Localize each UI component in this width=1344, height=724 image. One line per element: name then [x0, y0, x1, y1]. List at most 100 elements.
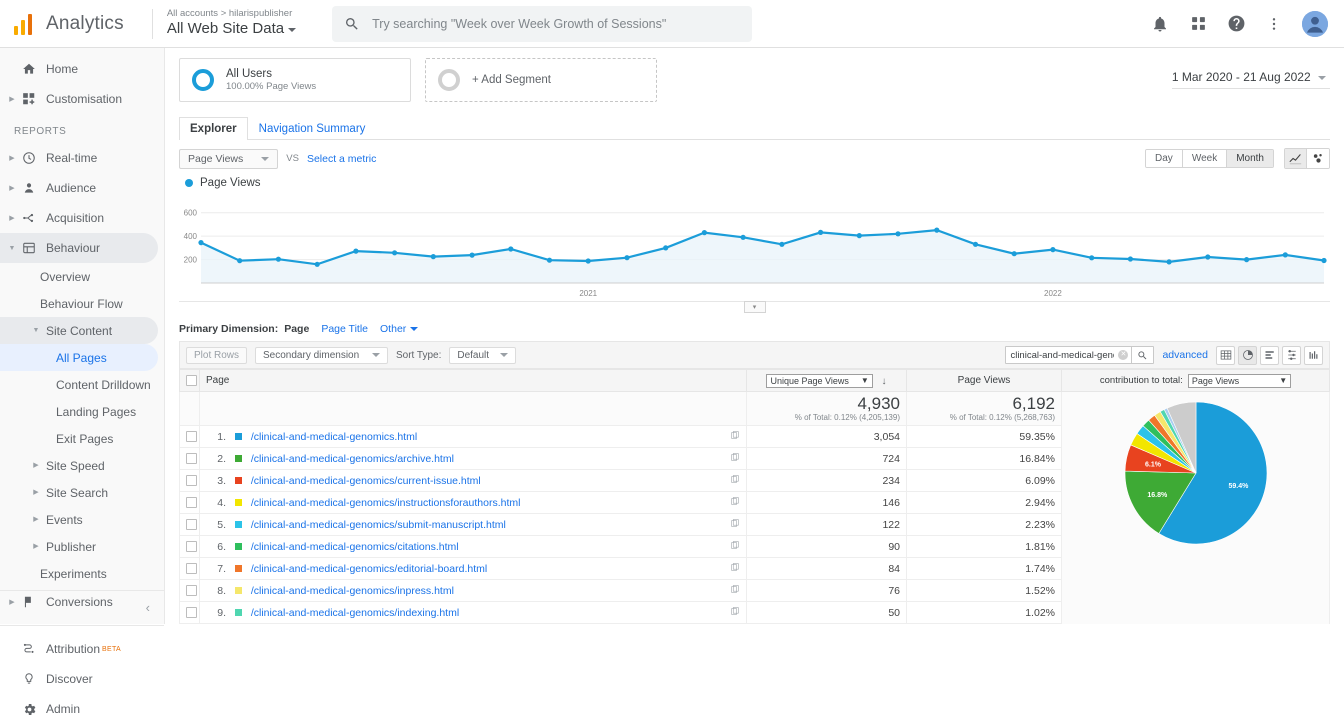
sort-descending-icon[interactable]: ↓ — [882, 376, 887, 387]
open-in-new-icon[interactable] — [731, 518, 740, 530]
row-checkbox[interactable] — [186, 607, 197, 619]
row-page-link[interactable]: /clinical-and-medical-genomics/instructi… — [251, 497, 521, 509]
primary-dimension-page[interactable]: Page — [284, 323, 309, 335]
sidebar-item-discover[interactable]: Discover — [0, 664, 164, 694]
sidebar-item-experiments[interactable]: Experiments — [0, 560, 164, 587]
row-checkbox-cell[interactable] — [179, 579, 200, 602]
row-checkbox-cell[interactable] — [179, 601, 200, 624]
unique-page-views-select[interactable]: Unique Page Views ▼ — [766, 373, 873, 388]
date-range-picker[interactable]: 1 Mar 2020 - 21 Aug 2022 — [1171, 58, 1330, 89]
primary-dimension-other[interactable]: Other — [380, 323, 419, 335]
row-page-link[interactable]: /clinical-and-medical-genomics/archive.h… — [251, 453, 454, 465]
row-checkbox[interactable] — [186, 497, 197, 509]
pie-view-icon[interactable] — [1238, 345, 1257, 365]
sidebar-item-content-drilldown[interactable]: Content Drilldown — [0, 371, 164, 398]
range-slider-handle[interactable]: ▾ — [743, 301, 766, 313]
sidebar-collapse-button[interactable]: ‹ — [0, 590, 164, 624]
plot-rows-button[interactable]: Plot Rows — [186, 346, 248, 364]
select-a-metric-link[interactable]: Select a metric — [307, 153, 376, 165]
motion-chart-icon[interactable] — [1307, 149, 1329, 168]
open-in-new-icon[interactable] — [731, 474, 740, 486]
open-in-new-icon[interactable] — [731, 496, 740, 508]
sidebar-item-site-search[interactable]: ▶ Site Search — [0, 479, 164, 506]
select-all-header[interactable] — [179, 369, 200, 392]
open-in-new-icon[interactable] — [731, 430, 740, 442]
granularity-week[interactable]: Week — [1182, 150, 1228, 167]
row-checkbox-cell[interactable] — [179, 557, 200, 580]
sort-type-select[interactable]: Default — [449, 346, 516, 364]
row-page-link[interactable]: /clinical-and-medical-genomics/editorial… — [251, 563, 487, 575]
sidebar-item-admin[interactable]: Admin — [0, 694, 164, 724]
sidebar-item-exit-pages[interactable]: Exit Pages — [0, 425, 164, 452]
row-checkbox[interactable] — [186, 453, 197, 465]
row-page-link[interactable]: /clinical-and-medical-genomics/inpress.h… — [251, 585, 454, 597]
primary-dimension-page-title[interactable]: Page Title — [321, 323, 368, 335]
row-page-link[interactable]: /clinical-and-medical-genomics/citations… — [251, 541, 459, 553]
row-checkbox-cell[interactable] — [179, 513, 200, 536]
sidebar-item-events[interactable]: ▶ Events — [0, 506, 164, 533]
bell-icon[interactable] — [1150, 14, 1170, 34]
table-search[interactable]: ✕ — [1005, 346, 1155, 364]
row-page-link[interactable]: /clinical-and-medical-genomics/current-i… — [251, 475, 481, 487]
bar-view-icon[interactable] — [1260, 345, 1279, 365]
open-in-new-icon[interactable] — [731, 540, 740, 552]
comparison-view-icon[interactable] — [1282, 345, 1301, 365]
table-view-icon[interactable] — [1216, 345, 1235, 365]
sidebar-item-overview[interactable]: Overview — [0, 263, 164, 290]
row-checkbox[interactable] — [186, 563, 197, 575]
select-all-checkbox[interactable] — [186, 374, 197, 386]
sidebar-item-audience[interactable]: ▶ Audience — [0, 173, 164, 203]
account-selector[interactable]: All accounts > hilarispublisher All Web … — [167, 8, 297, 38]
segment-all-users[interactable]: All Users 100.00% Page Views — [179, 58, 411, 102]
sidebar-item-site-content[interactable]: ▼ Site Content — [0, 317, 158, 344]
table-search-input[interactable] — [1006, 349, 1119, 361]
sidebar-item-real-time[interactable]: ▶ Real-time — [0, 143, 164, 173]
row-checkbox[interactable] — [186, 431, 197, 443]
row-page-link[interactable]: /clinical-and-medical-genomics.html — [251, 431, 417, 443]
help-icon[interactable] — [1226, 14, 1246, 34]
avatar[interactable] — [1302, 10, 1328, 37]
advanced-link[interactable]: advanced — [1162, 349, 1208, 361]
sidebar-item-acquisition[interactable]: ▶ Acquisition — [0, 203, 164, 233]
chart-range-slider[interactable]: ▾ — [179, 301, 1330, 315]
pivot-view-icon[interactable] — [1304, 345, 1323, 365]
open-in-new-icon[interactable] — [731, 452, 740, 464]
metric-selector[interactable]: Page Views — [179, 148, 279, 169]
row-checkbox-cell[interactable] — [179, 491, 200, 514]
row-checkbox[interactable] — [186, 475, 197, 487]
granularity-month[interactable]: Month — [1227, 150, 1273, 167]
brand[interactable]: Analytics — [0, 13, 138, 35]
open-in-new-icon[interactable] — [731, 584, 740, 596]
sidebar-item-attribution[interactable]: Attribution BETA — [0, 634, 164, 664]
row-checkbox[interactable] — [186, 519, 197, 531]
sidebar-item-behaviour-flow[interactable]: Behaviour Flow — [0, 290, 164, 317]
apps-grid-icon[interactable] — [1188, 14, 1208, 34]
sidebar-item-home[interactable]: Home — [0, 54, 164, 84]
open-in-new-icon[interactable] — [731, 562, 740, 574]
column-unique-page-views[interactable]: Unique Page Views ▼ ↓ — [746, 369, 907, 392]
add-segment-button[interactable]: + Add Segment — [425, 58, 657, 102]
sidebar-item-landing-pages[interactable]: Landing Pages — [0, 398, 164, 425]
row-checkbox-cell[interactable] — [179, 535, 200, 558]
sidebar-item-behaviour[interactable]: ▼ Behaviour — [0, 233, 158, 263]
tab-navigation-summary[interactable]: Navigation Summary — [248, 117, 377, 140]
search-input[interactable] — [370, 15, 741, 32]
open-in-new-icon[interactable] — [731, 606, 740, 618]
search-box[interactable] — [332, 5, 753, 42]
granularity-day[interactable]: Day — [1146, 150, 1183, 167]
sidebar-item-site-speed[interactable]: ▶ Site Speed — [0, 452, 164, 479]
row-checkbox[interactable] — [186, 585, 197, 597]
row-checkbox-cell[interactable] — [179, 425, 200, 448]
line-chart-icon[interactable] — [1285, 149, 1307, 168]
contribution-metric-select[interactable]: Page Views ▼ — [1187, 373, 1292, 388]
more-vert-icon[interactable] — [1264, 14, 1284, 34]
row-checkbox-cell[interactable] — [179, 447, 200, 470]
clear-search-icon[interactable]: ✕ — [1118, 350, 1129, 360]
search-submit-icon[interactable] — [1131, 346, 1153, 364]
sidebar-item-publisher[interactable]: ▶ Publisher — [0, 533, 164, 560]
tab-explorer[interactable]: Explorer — [179, 117, 248, 140]
row-checkbox[interactable] — [186, 541, 197, 553]
sidebar-item-all-pages[interactable]: All Pages — [0, 344, 158, 371]
row-checkbox-cell[interactable] — [179, 469, 200, 492]
row-page-link[interactable]: /clinical-and-medical-genomics/indexing.… — [251, 607, 459, 619]
